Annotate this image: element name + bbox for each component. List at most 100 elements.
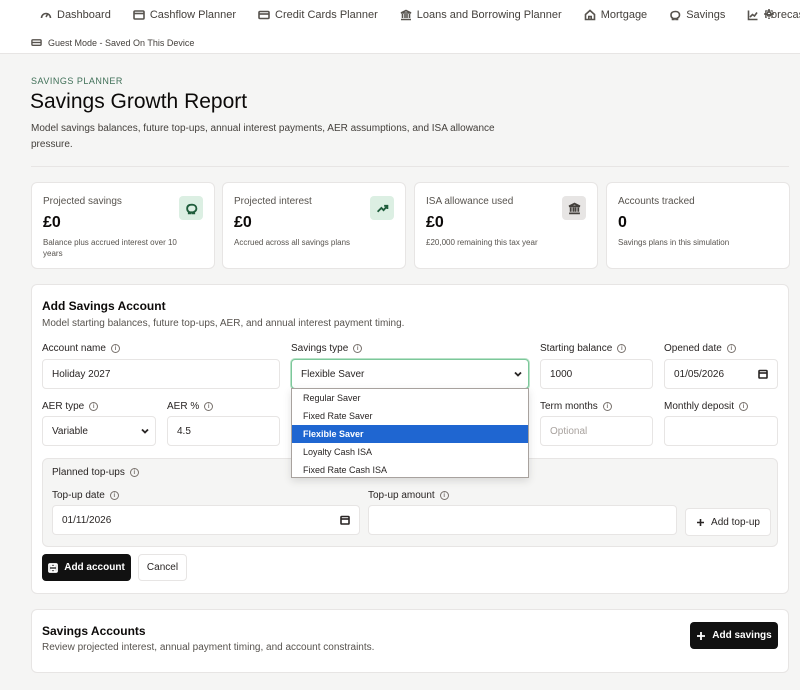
aer-percent-input[interactable]: 4.5 bbox=[167, 416, 280, 446]
dropdown-option[interactable]: Fixed Rate Saver bbox=[292, 407, 528, 425]
nav-label: Savings bbox=[686, 9, 726, 21]
stat-label: ISA allowance used bbox=[426, 196, 514, 207]
topup-amount-input[interactable] bbox=[368, 505, 677, 535]
home-icon bbox=[584, 9, 596, 21]
nav-label: Mortgage bbox=[600, 9, 648, 21]
dropdown-option[interactable]: Loyalty Cash ISA bbox=[292, 443, 528, 461]
section-description: Review projected interest, annual paymen… bbox=[42, 642, 375, 653]
savings-accounts-section: Savings Accounts Review projected intere… bbox=[31, 609, 789, 673]
savings-type-select[interactable]: Flexible Saver bbox=[291, 359, 529, 389]
gear-icon bbox=[764, 9, 774, 19]
stat-card-projected-savings: Projected savings £0 Balance plus accrue… bbox=[31, 182, 215, 269]
stat-card-accounts-tracked: Accounts tracked 0 Savings plans in this… bbox=[606, 182, 790, 269]
nav-item-dashboard[interactable]: Dashboard bbox=[40, 9, 111, 21]
label-text: Monthly deposit bbox=[664, 401, 735, 412]
section-title: Savings Accounts bbox=[42, 624, 146, 638]
info-icon[interactable]: i bbox=[439, 491, 449, 500]
dropdown-option-selected[interactable]: Flexible Saver bbox=[292, 425, 528, 443]
calendar-icon[interactable] bbox=[758, 369, 768, 382]
bank-icon bbox=[562, 196, 586, 220]
opened-date-input[interactable]: 01/05/2026 bbox=[664, 359, 778, 389]
stat-label: Accounts tracked bbox=[618, 196, 695, 207]
term-months-input[interactable]: Optional bbox=[540, 416, 653, 446]
info-icon[interactable]: i bbox=[129, 468, 139, 477]
info-icon[interactable]: i bbox=[353, 344, 363, 353]
term-months-label: Term months i bbox=[540, 401, 612, 412]
starting-balance-input[interactable]: 1000 bbox=[540, 359, 653, 389]
aer-percent-label: AER % i bbox=[167, 401, 214, 412]
info-icon[interactable]: i bbox=[617, 344, 627, 353]
info-icon[interactable]: i bbox=[204, 402, 214, 411]
nav-item-credit-cards[interactable]: Credit Cards Planner bbox=[258, 9, 378, 21]
aer-type-select[interactable]: Variable bbox=[42, 416, 156, 446]
info-icon[interactable]: i bbox=[109, 491, 119, 500]
label-text: Starting balance bbox=[540, 343, 613, 354]
nav-item-mortgage[interactable]: Mortgage bbox=[584, 9, 647, 21]
plus-icon bbox=[697, 631, 706, 640]
button-label: Cancel bbox=[146, 562, 179, 573]
input-value: Holiday 2027 bbox=[52, 368, 111, 380]
stat-value: £0 bbox=[426, 214, 444, 231]
nav-label: Credit Cards Planner bbox=[275, 9, 378, 21]
nav-label: Cashflow Planner bbox=[149, 9, 237, 21]
input-placeholder: Optional bbox=[550, 425, 588, 437]
label-text: Planned top-ups bbox=[52, 467, 125, 478]
cancel-button[interactable]: Cancel bbox=[138, 554, 187, 581]
label-text: Savings type bbox=[291, 343, 349, 354]
credit-card-icon bbox=[258, 10, 270, 20]
label-text: Term months bbox=[540, 401, 598, 412]
input-value: 4.5 bbox=[177, 425, 191, 437]
guest-mode-label: Guest Mode - Saved On This Device bbox=[48, 37, 195, 48]
nav-bar: Dashboard Cashflow Planner Credit Cards … bbox=[40, 6, 800, 24]
stat-value: 0 bbox=[618, 214, 627, 231]
dropdown-option[interactable]: Fixed Rate Cash ISA bbox=[292, 461, 528, 479]
stat-card-isa-allowance: ISA allowance used £0 £20,000 remaining … bbox=[414, 182, 598, 269]
label-text: AER % bbox=[167, 401, 200, 412]
stat-card-projected-interest: Projected interest £0 Accrued across all… bbox=[222, 182, 406, 269]
info-icon[interactable]: i bbox=[602, 402, 612, 411]
info-icon[interactable]: i bbox=[726, 344, 736, 353]
button-label: Add savings bbox=[712, 630, 772, 641]
stat-value: £0 bbox=[234, 214, 252, 231]
calendar-icon[interactable] bbox=[340, 515, 350, 528]
guest-mode-indicator: Guest Mode - Saved On This Device bbox=[31, 37, 194, 48]
dropdown-option[interactable]: Regular Saver bbox=[292, 389, 528, 407]
settings-button[interactable] bbox=[763, 8, 775, 23]
input-value: 01/05/2026 bbox=[674, 368, 725, 380]
monthly-deposit-label: Monthly deposit i bbox=[664, 401, 749, 412]
add-topup-button[interactable]: Add top-up bbox=[685, 508, 771, 536]
chart-line-icon bbox=[748, 10, 758, 21]
topup-amount-label: Top-up amount i bbox=[368, 490, 449, 501]
page-title: Savings Growth Report bbox=[30, 90, 248, 113]
account-name-input[interactable]: Holiday 2027 bbox=[42, 359, 280, 389]
chevron-down-icon bbox=[141, 427, 149, 435]
input-value: 01/11/2026 bbox=[62, 514, 112, 526]
divider bbox=[31, 166, 789, 167]
stat-value: £0 bbox=[43, 214, 61, 231]
plus-icon bbox=[697, 518, 705, 526]
account-name-label: Account name i bbox=[42, 343, 120, 354]
info-icon[interactable]: i bbox=[739, 402, 749, 411]
nav-item-loans[interactable]: Loans and Borrowing Planner bbox=[400, 9, 562, 21]
add-savings-button[interactable]: Add savings bbox=[690, 622, 778, 649]
info-icon[interactable]: i bbox=[110, 344, 120, 353]
stat-subtext: Balance plus accrued interest over 10 ye… bbox=[43, 238, 177, 258]
savings-type-dropdown: Regular Saver Fixed Rate Saver Flexible … bbox=[291, 388, 529, 478]
piggy-bank-icon bbox=[179, 196, 203, 220]
section-kicker: SAVINGS PLANNER bbox=[31, 76, 123, 86]
aer-type-label: AER type i bbox=[42, 401, 99, 412]
add-account-button[interactable]: Add account bbox=[42, 554, 131, 581]
save-icon bbox=[48, 562, 59, 573]
nav-item-savings[interactable]: Savings bbox=[669, 9, 725, 21]
stat-subtext: Savings plans in this simulation bbox=[618, 238, 730, 247]
monthly-deposit-input[interactable] bbox=[664, 416, 778, 446]
info-icon[interactable]: i bbox=[89, 402, 99, 411]
input-value: 1000 bbox=[550, 368, 573, 380]
stat-subtext: Accrued across all savings plans bbox=[234, 238, 351, 247]
page-description: Model savings balances, future top-ups, … bbox=[31, 123, 495, 150]
select-value: Flexible Saver bbox=[301, 368, 365, 380]
gauge-icon bbox=[40, 12, 52, 19]
nav-item-cashflow[interactable]: Cashflow Planner bbox=[133, 9, 236, 21]
topup-date-input[interactable]: 01/11/2026 bbox=[52, 505, 360, 535]
trending-up-icon bbox=[370, 196, 394, 220]
